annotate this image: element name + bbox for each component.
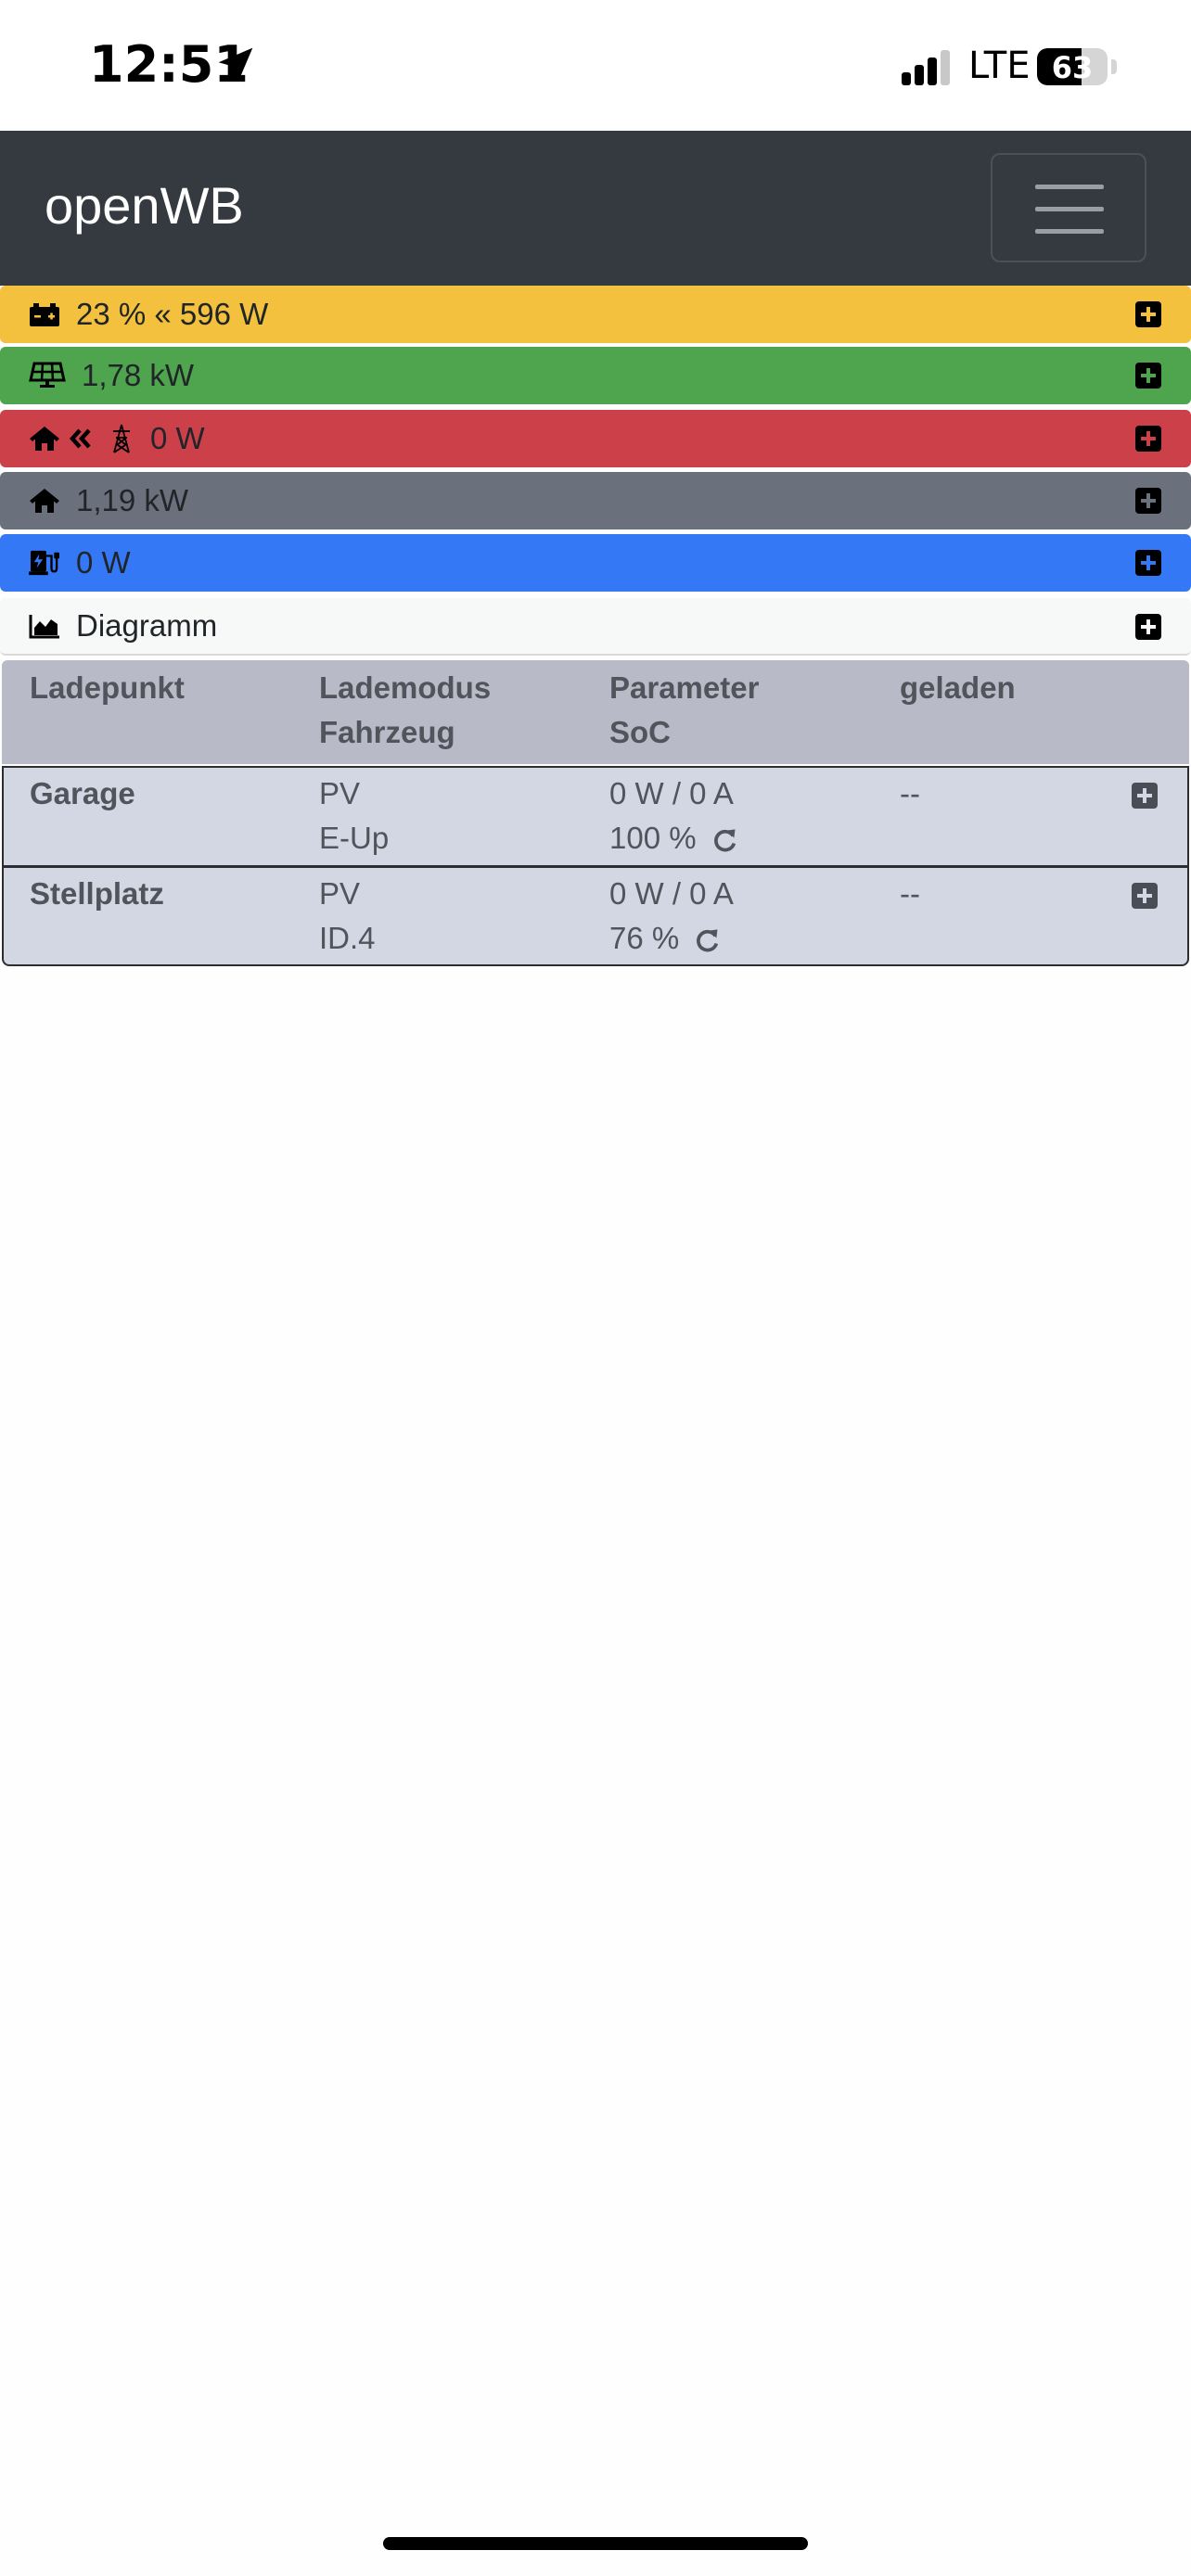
- network-type: LTE: [968, 45, 1031, 87]
- battery-percent: 63: [1051, 50, 1094, 85]
- menu-toggle-button[interactable]: [991, 153, 1146, 262]
- soc-text: 76 %: [609, 921, 680, 955]
- charge-bar-label: 0 W: [76, 545, 131, 580]
- header-ladepunkt: Ladepunkt: [30, 670, 185, 705]
- expand-plus-icon[interactable]: [1135, 363, 1161, 389]
- expand-plus-icon[interactable]: [1135, 488, 1161, 514]
- header-soc: SoC: [609, 715, 671, 749]
- chargepoint-name: Garage: [30, 776, 135, 810]
- hamburger-line: [1035, 229, 1104, 234]
- double-chevron-left-icon: [69, 428, 91, 449]
- hamburger-line: [1035, 207, 1104, 211]
- home-indicator[interactable]: [383, 2537, 808, 2550]
- charge-parameter: 0 W / 0 A: [609, 776, 734, 810]
- charge-bar[interactable]: 0 W: [0, 534, 1191, 592]
- battery-bar-label: 23 % « 596 W: [76, 297, 269, 331]
- house-bar-label: 1,19 kW: [76, 483, 189, 517]
- solar-panel-icon: [29, 362, 66, 388]
- expand-plus-icon[interactable]: [1135, 426, 1161, 452]
- home-icon: [30, 489, 59, 513]
- header-parameter: Parameter: [609, 670, 760, 705]
- charge-mode: PV: [319, 876, 361, 911]
- battery-bar[interactable]: 23 % « 596 W: [0, 286, 1191, 343]
- location-arrow-icon: [218, 47, 253, 83]
- refresh-icon[interactable]: [712, 827, 738, 853]
- chargepoint-name: Stellplatz: [30, 876, 164, 911]
- charging-station-icon: [29, 550, 59, 576]
- pv-bar[interactable]: 1,78 kW: [0, 347, 1191, 404]
- home-icon: [30, 427, 59, 451]
- brand-title[interactable]: openWB: [45, 175, 244, 236]
- car-battery-icon: [30, 303, 59, 326]
- expand-plus-icon[interactable]: [1132, 883, 1158, 909]
- grid-bar[interactable]: 0 W: [0, 410, 1191, 467]
- vehicle-name: ID.4: [319, 921, 376, 955]
- house-bar[interactable]: 1,19 kW: [0, 472, 1191, 529]
- area-chart-icon: [29, 615, 59, 639]
- vehicle-name: E-Up: [319, 821, 390, 855]
- battery-cap: [1111, 59, 1117, 74]
- expand-plus-icon[interactable]: [1135, 550, 1161, 576]
- soc-text: 100 %: [609, 821, 697, 855]
- soc-value: 76 %: [609, 916, 721, 961]
- charge-mode: PV: [319, 776, 361, 810]
- status-bar: 12:51 LTE 63: [0, 0, 1191, 131]
- table-row[interactable]: Stellplatz PV ID.4 0 W / 0 A 76 % --: [2, 866, 1189, 966]
- table-row[interactable]: Garage PV E-Up 0 W / 0 A 100 % --: [2, 766, 1189, 866]
- pv-bar-label: 1,78 kW: [82, 358, 195, 392]
- header-fahrzeug: Fahrzeug: [319, 715, 455, 749]
- charge-parameter: 0 W / 0 A: [609, 876, 734, 911]
- expand-plus-icon[interactable]: [1132, 783, 1158, 809]
- expand-plus-icon[interactable]: [1135, 301, 1161, 327]
- navbar: openWB: [0, 131, 1191, 286]
- hamburger-icon: [1035, 185, 1104, 189]
- soc-value: 100 %: [609, 816, 738, 861]
- diagram-bar-label: Diagramm: [76, 608, 218, 643]
- battery-icon: 63: [1037, 48, 1108, 85]
- refresh-icon[interactable]: [695, 927, 721, 953]
- charged-value: --: [900, 876, 920, 911]
- cellular-signal-icon: [902, 48, 954, 85]
- diagram-bar[interactable]: Diagramm: [0, 598, 1191, 656]
- grid-bar-label: 0 W: [150, 421, 205, 455]
- power-tower-icon: [113, 424, 130, 453]
- header-geladen: geladen: [900, 670, 1016, 705]
- header-lademodus: Lademodus: [319, 670, 492, 705]
- charged-value: --: [900, 776, 920, 810]
- expand-plus-icon[interactable]: [1135, 614, 1161, 640]
- table-header: Ladepunkt Lademodus Fahrzeug Parameter S…: [2, 660, 1189, 764]
